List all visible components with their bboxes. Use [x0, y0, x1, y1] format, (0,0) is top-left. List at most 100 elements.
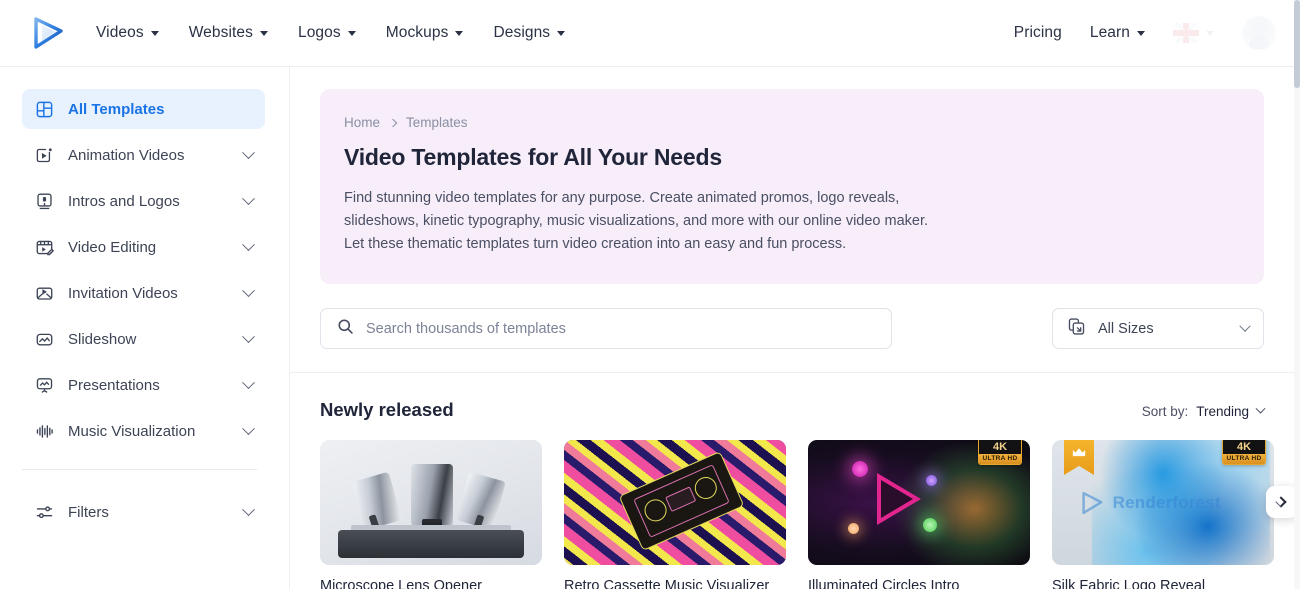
watermark: Renderforest	[1079, 490, 1221, 516]
nav-item-websites[interactable]: Websites	[189, 24, 268, 42]
chevron-down-icon	[242, 502, 255, 516]
breadcrumb-home[interactable]: Home	[344, 115, 380, 130]
sidebar-item-slideshow[interactable]: Slideshow	[22, 319, 265, 359]
sidebar-item-label: Animation Videos	[68, 146, 185, 164]
language-switcher[interactable]	[1173, 23, 1214, 43]
presentation-icon	[34, 375, 54, 395]
chevron-down-icon	[455, 30, 464, 36]
uk-flag-icon	[1173, 23, 1199, 43]
sidebar-item-label: Slideshow	[68, 330, 137, 348]
sidebar-item-video-editing[interactable]: Video Editing	[22, 227, 265, 267]
nav-item-videos[interactable]: Videos	[96, 24, 159, 42]
top-header: Videos Websites Logos Mockups Designs Pr…	[0, 0, 1294, 67]
nav-label: Learn	[1089, 24, 1130, 41]
chevron-down-icon	[242, 237, 255, 251]
page-description: Find stunning video templates for any pu…	[344, 187, 1238, 256]
badge-4k-label: 4K	[979, 440, 1021, 454]
intro-logo-icon	[34, 191, 54, 211]
breadcrumb: Home Templates	[344, 115, 1238, 130]
crown-icon	[1072, 445, 1086, 463]
sidebar-item-music-visualization[interactable]: Music Visualization	[22, 411, 265, 451]
premium-ribbon-badge	[1064, 440, 1094, 475]
video-edit-icon	[34, 237, 54, 257]
nav-label: Pricing	[1013, 24, 1062, 41]
description-line: Let these thematic templates turn video …	[344, 236, 847, 252]
description-line: slideshows, kinetic typography, music vi…	[344, 213, 929, 229]
chevron-down-icon	[1255, 403, 1266, 414]
sidebar-item-label: Presentations	[68, 376, 160, 394]
grid-icon	[34, 99, 54, 119]
chevron-down-icon	[242, 283, 255, 297]
template-thumbnail-microscope[interactable]	[320, 440, 542, 565]
sidebar-item-filters[interactable]: Filters	[22, 492, 265, 532]
chevron-down-icon	[242, 421, 255, 435]
description-line: Find stunning video templates for any pu…	[344, 190, 900, 206]
main-content: Home Templates Video Templates for All Y…	[290, 67, 1294, 589]
envelope-play-icon	[34, 283, 54, 303]
sidebar-item-label: Intros and Logos	[68, 192, 180, 210]
template-card[interactable]: Renderforest 4K ULTRA HD Silk Fabric Log…	[1052, 440, 1274, 589]
section-header: Newly released Sort by: Trending	[320, 399, 1266, 421]
page-scrollbar[interactable]	[1294, 0, 1300, 589]
template-card-title: Retro Cassette Music Visualizer	[564, 578, 770, 589]
search-icon	[337, 318, 354, 340]
nav-item-pricing[interactable]: Pricing	[1014, 24, 1062, 42]
template-thumbnail-silk[interactable]: Renderforest 4K ULTRA HD	[1052, 440, 1274, 565]
size-filter-label: All Sizes	[1098, 320, 1154, 337]
nav-item-mockups[interactable]: Mockups	[386, 24, 464, 42]
sidebar-item-all-templates[interactable]: All Templates	[22, 89, 265, 129]
nav-item-designs[interactable]: Designs	[493, 24, 566, 42]
scrollbar-thumb[interactable]	[1294, 0, 1300, 88]
chevron-right-icon	[1275, 496, 1287, 508]
chevron-down-icon	[1137, 30, 1145, 36]
nav-item-learn[interactable]: Learn	[1090, 24, 1145, 42]
size-filter-dropdown[interactable]: All Sizes	[1052, 308, 1264, 349]
nav-label: Websites	[188, 24, 253, 41]
nav-label: Logos	[297, 24, 341, 41]
sidebar-item-animation-videos[interactable]: Animation Videos	[22, 135, 265, 175]
chevron-down-icon	[150, 30, 159, 36]
badge-4k: 4K ULTRA HD	[1222, 440, 1266, 465]
waveform-icon	[34, 421, 54, 441]
chevron-down-icon	[347, 30, 356, 36]
search-input[interactable]	[366, 320, 875, 337]
renderforest-play-logo[interactable]	[0, 0, 96, 66]
user-avatar[interactable]	[1242, 16, 1276, 50]
chevron-down-icon	[1239, 320, 1251, 332]
sort-control[interactable]: Sort by: Trending	[1142, 403, 1266, 419]
play-sparkle-icon	[34, 145, 54, 165]
nav-item-logos[interactable]: Logos	[298, 24, 356, 42]
sidebar-item-invitation-videos[interactable]: Invitation Videos	[22, 273, 265, 313]
badge-4k: 4K ULTRA HD	[978, 440, 1022, 465]
template-thumbnail-circles[interactable]: 4K ULTRA HD	[808, 440, 1030, 565]
sidebar-item-label: Filters	[68, 503, 109, 521]
template-card[interactable]: 4K ULTRA HD Illuminated Circles Intro	[808, 440, 1030, 589]
badge-ultra-hd-label: ULTRA HD	[979, 454, 1021, 464]
sidebar-item-label: Video Editing	[68, 238, 157, 256]
sidebar: All Templates Animation Videos Intros an…	[0, 67, 290, 589]
sidebar-item-label: Invitation Videos	[68, 284, 178, 302]
sidebar-item-presentations[interactable]: Presentations	[22, 365, 265, 405]
sidebar-item-intros-and-logos[interactable]: Intros and Logos	[22, 181, 265, 221]
watermark-text: Renderforest	[1112, 493, 1221, 512]
chevron-down-icon	[1206, 30, 1214, 36]
template-thumbnail-cassette[interactable]	[564, 440, 786, 565]
sliders-icon	[34, 502, 54, 522]
template-card-title: Illuminated Circles Intro	[808, 578, 960, 589]
sort-value: Trending	[1196, 404, 1249, 419]
carousel-next-button[interactable]	[1266, 486, 1294, 518]
sidebar-divider	[22, 469, 257, 470]
template-card[interactable]: Retro Cassette Music Visualizer	[564, 440, 786, 589]
primary-nav: Videos Websites Logos Mockups Designs	[96, 24, 566, 42]
nav-label: Videos	[96, 24, 144, 41]
chevron-down-icon	[259, 30, 268, 36]
secondary-nav: Pricing Learn	[1014, 0, 1294, 66]
aspect-ratio-icon	[1067, 317, 1086, 340]
nav-label: Mockups	[385, 24, 449, 41]
chevron-down-icon	[242, 375, 255, 389]
search-box[interactable]	[320, 308, 892, 349]
chevron-down-icon	[242, 145, 255, 159]
content-divider	[290, 372, 1294, 373]
template-card-title: Silk Fabric Logo Reveal	[1052, 578, 1206, 589]
template-card[interactable]: Microscope Lens Opener	[320, 440, 542, 589]
